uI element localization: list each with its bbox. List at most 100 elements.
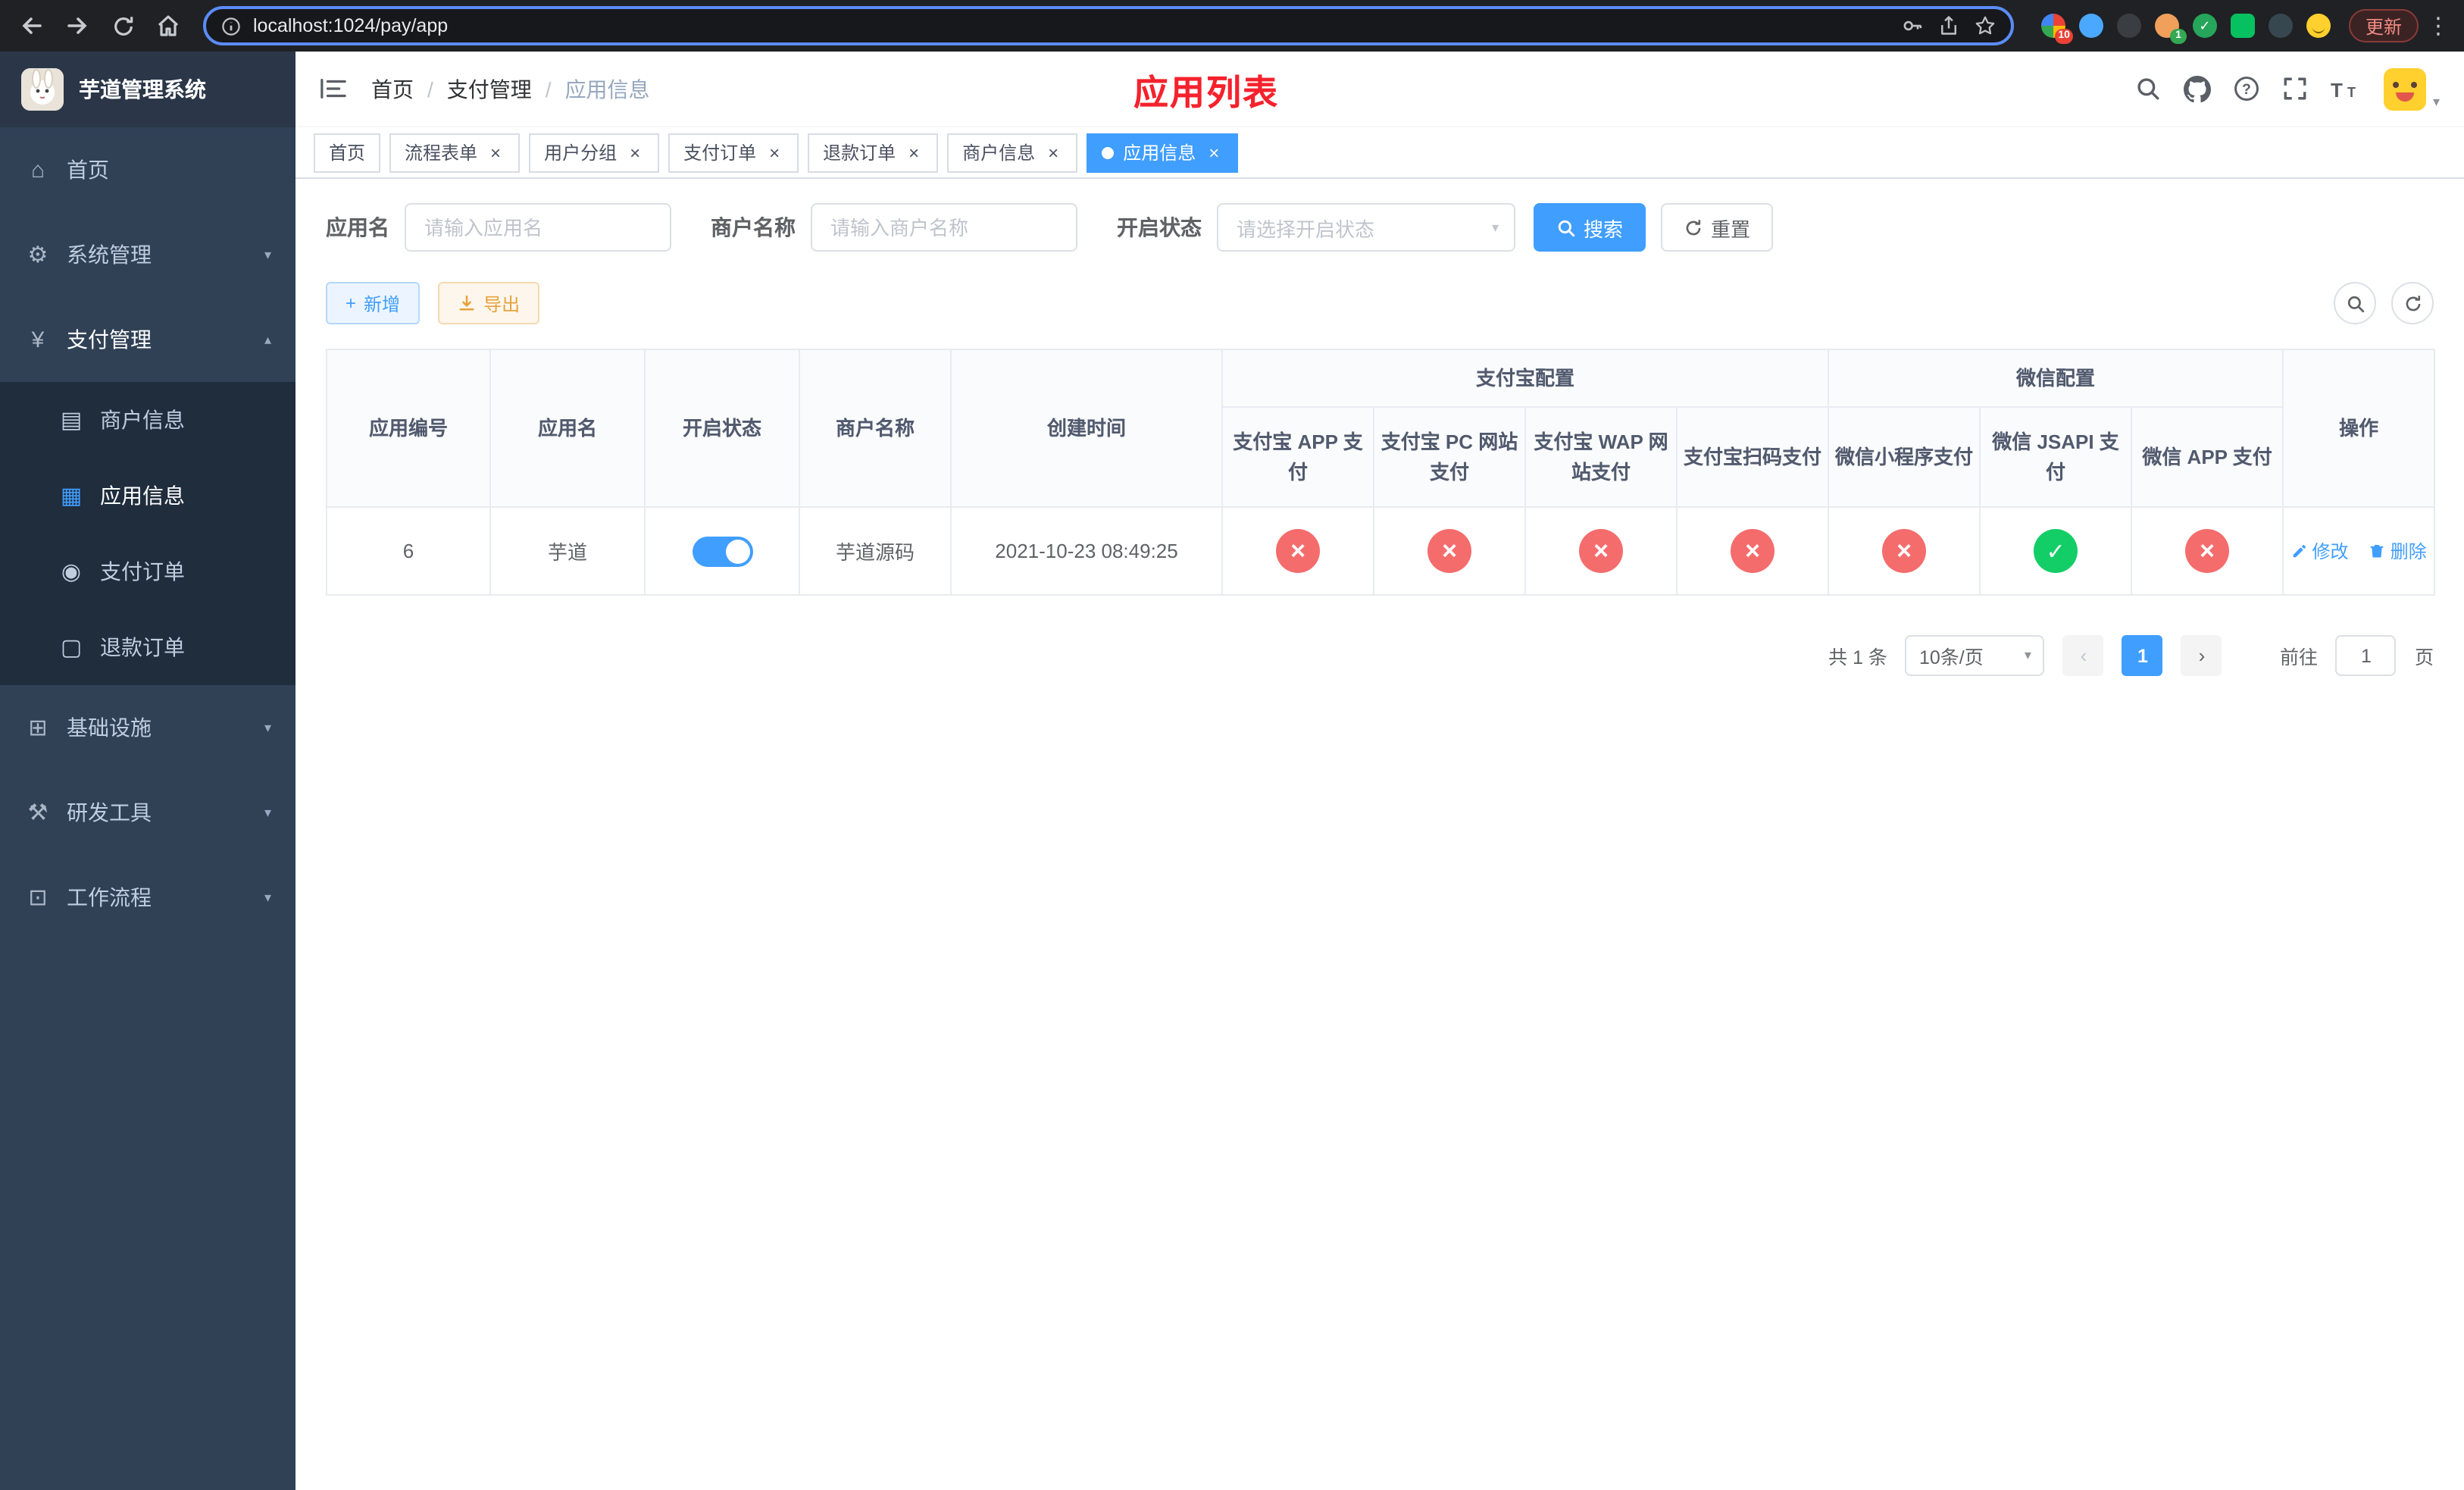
close-icon[interactable] xyxy=(626,143,644,161)
merchant-name-input[interactable] xyxy=(811,203,1077,252)
pagination-total: 共 1 条 xyxy=(1828,647,1887,668)
avatar-image xyxy=(2384,67,2427,110)
delete-link[interactable]: 删除 xyxy=(2369,538,2427,564)
export-button[interactable]: 导出 xyxy=(438,282,540,324)
extension-green-check-icon[interactable]: ✓ xyxy=(2192,14,2217,38)
extensions-tray: 10 1 ✓ xyxy=(2040,14,2331,44)
sidebar-item-pay[interactable]: ¥ 支付管理 ▴ xyxy=(0,297,295,382)
page-size-select[interactable]: 10条/页 ▾ xyxy=(1905,635,2045,676)
add-button[interactable]: + 新增 xyxy=(326,282,421,324)
sidebar-item-infra[interactable]: ⊞ 基础设施 ▾ xyxy=(0,685,295,770)
browser-back-button[interactable] xyxy=(12,6,52,45)
cell-status xyxy=(644,506,800,596)
sidebar-collapse-icon[interactable] xyxy=(320,77,347,100)
tab-home[interactable]: 首页 xyxy=(314,133,381,172)
close-icon[interactable] xyxy=(1205,143,1223,161)
col-header-wx-jsapi: 微信 JSAPI 支付 xyxy=(1979,406,2133,508)
breadcrumb-pay[interactable]: 支付管理 xyxy=(447,74,532,104)
tab-pay-order[interactable]: 支付订单 xyxy=(668,133,799,172)
fullscreen-icon[interactable] xyxy=(2283,76,2309,102)
config-fail-icon xyxy=(1882,529,1927,573)
cell-merchant: 芋道源码 xyxy=(799,506,952,596)
gear-icon: ⚙ xyxy=(27,243,48,268)
url-text: localhost:1024/pay/app xyxy=(253,15,449,36)
password-key-icon[interactable] xyxy=(1902,15,1923,36)
sidebar-item-home[interactable]: ⌂ 首页 xyxy=(0,127,295,212)
close-icon[interactable] xyxy=(765,143,783,161)
app-name-input[interactable] xyxy=(405,203,671,252)
sidebar-item-workflow[interactable]: ⊡ 工作流程 ▾ xyxy=(0,855,295,940)
edit-link[interactable]: 修改 xyxy=(2290,538,2348,564)
browser-toolbar: localhost:1024/pay/app 10 1 ✓ 更新 ⋮ xyxy=(0,0,2464,52)
bookmark-star-icon[interactable] xyxy=(1975,15,1996,36)
sidebar-item-refund-order[interactable]: ▢ 退款订单 xyxy=(0,609,295,685)
col-header-alipay-pc: 支付宝 PC 网站支付 xyxy=(1373,406,1526,508)
extension-emoji-icon[interactable] xyxy=(2306,14,2331,38)
close-icon[interactable] xyxy=(486,143,505,161)
next-page-button[interactable]: › xyxy=(2181,635,2222,676)
browser-home-button[interactable] xyxy=(149,6,188,45)
cell-actions: 修改 删除 xyxy=(2282,506,2436,596)
browser-forward-button[interactable] xyxy=(58,6,97,45)
tools-icon: ⚒ xyxy=(27,800,48,826)
toggle-search-icon[interactable] xyxy=(2334,282,2376,324)
sidebar-item-dev-tools[interactable]: ⚒ 研发工具 ▾ xyxy=(0,770,295,855)
extension-blue-drop-icon[interactable] xyxy=(2078,14,2103,38)
goto-label: 前往 xyxy=(2279,647,2318,668)
status-label: 开启状态 xyxy=(1117,215,1202,239)
config-fail-icon xyxy=(1731,529,1775,573)
goto-page-input[interactable] xyxy=(2335,635,2397,676)
github-icon[interactable] xyxy=(2184,75,2212,102)
close-icon[interactable] xyxy=(1044,143,1062,161)
close-icon[interactable] xyxy=(905,143,923,161)
cell-wx-jsapi xyxy=(1979,506,2133,596)
share-icon[interactable] xyxy=(1938,15,1959,36)
extension-wechat-icon[interactable] xyxy=(2230,14,2255,38)
site-info-icon[interactable] xyxy=(221,16,241,36)
col-header-merchant: 商户名称 xyxy=(799,349,952,508)
help-icon[interactable]: ? xyxy=(2234,76,2260,102)
omnibox-actions xyxy=(1902,15,1996,36)
tab-app-info[interactable]: 应用信息 xyxy=(1087,133,1239,172)
table-row: 6 芋道 芋道源码 2021-10-23 08:49:25 × × × × × … xyxy=(326,506,2436,596)
box-icon: ⊡ xyxy=(28,885,48,911)
page-title: 应用列表 xyxy=(1134,72,1280,111)
url-bar[interactable]: localhost:1024/pay/app xyxy=(203,6,2014,45)
document-icon: ▢ xyxy=(60,635,83,661)
cell-alipay-app xyxy=(1221,506,1374,596)
font-size-icon[interactable]: TT xyxy=(2331,77,2362,100)
search-icon[interactable] xyxy=(2136,76,2162,102)
cell-created: 2021-10-23 08:49:25 xyxy=(950,506,1223,596)
extension-profile-icon[interactable]: 1 xyxy=(2154,14,2187,44)
cell-alipay-qr xyxy=(1675,506,1830,596)
status-toggle[interactable] xyxy=(692,536,752,566)
config-fail-icon xyxy=(2185,529,2230,573)
tab-user-group[interactable]: 用户分组 xyxy=(529,133,660,172)
extension-pin-icon[interactable] xyxy=(2268,14,2293,38)
browser-update-button[interactable]: 更新 xyxy=(2348,9,2419,42)
sidebar-item-merchant-info[interactable]: ▤ 商户信息 xyxy=(0,382,295,458)
extension-colorful-icon[interactable]: 10 xyxy=(2040,14,2073,44)
app-title: 芋道管理系统 xyxy=(79,77,206,102)
breadcrumb-home[interactable]: 首页 xyxy=(371,74,414,104)
apps-table: 应用编号 应用名 开启状态 商户名称 创建时间 支付宝配置 微信配置 操作 支付… xyxy=(326,349,2436,596)
tab-refund-order[interactable]: 退款订单 xyxy=(808,133,939,172)
refresh-icon[interactable] xyxy=(2391,282,2434,324)
search-button[interactable]: 搜索 xyxy=(1534,203,1646,252)
tab-merchant-info[interactable]: 商户信息 xyxy=(947,133,1078,172)
tab-process-form[interactable]: 流程表单 xyxy=(389,133,521,172)
prev-page-button[interactable]: ‹ xyxy=(2062,635,2104,676)
status-select[interactable]: 请选择开启状态 ▾ xyxy=(1217,203,1515,252)
reset-button[interactable]: 重置 xyxy=(1661,203,1774,252)
user-avatar[interactable]: ▾ xyxy=(2384,67,2440,110)
svg-text:T: T xyxy=(2331,79,2344,100)
sidebar-item-system[interactable]: ⚙ 系统管理 ▾ xyxy=(0,212,295,297)
card-icon: ▤ xyxy=(60,408,83,434)
app-name-label: 应用名 xyxy=(326,215,389,239)
sidebar-item-app-info[interactable]: ▦ 应用信息 xyxy=(0,458,295,534)
page-number-1[interactable]: 1 xyxy=(2122,635,2163,676)
browser-menu-icon[interactable]: ⋮ xyxy=(2425,12,2452,39)
browser-reload-button[interactable] xyxy=(103,6,142,45)
extension-dark-icon[interactable] xyxy=(2116,14,2141,38)
sidebar-item-pay-order[interactable]: ◉ 支付订单 xyxy=(0,534,295,609)
